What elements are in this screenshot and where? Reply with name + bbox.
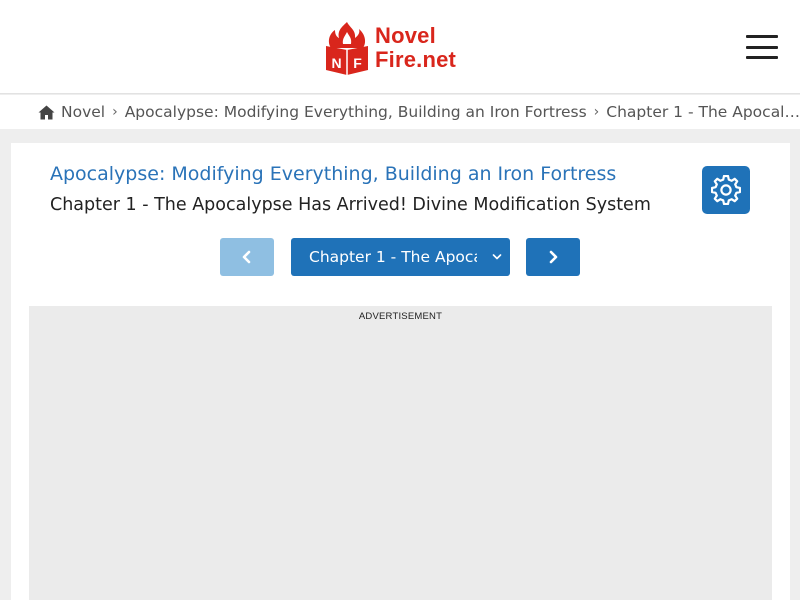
- chapter-select-dropdown[interactable]: Chapter 1 - The Apocalypse Has Arrived! …: [291, 238, 510, 276]
- advertisement-slot[interactable]: ADVERTISEMENT: [29, 306, 772, 600]
- breadcrumb-separator-icon: ›: [112, 104, 118, 120]
- chevron-left-icon: [242, 250, 251, 264]
- breadcrumb: Novel › Apocalypse: Modifying Everything…: [0, 95, 800, 129]
- logo-line-1: Novel: [375, 23, 436, 48]
- logo-line-2: Fire.net: [375, 47, 457, 72]
- gear-icon: [711, 175, 741, 205]
- chapter-title: Chapter 1 - The Apocalypse Has Arrived! …: [50, 195, 651, 215]
- menu-bar: [746, 56, 778, 59]
- menu-bar: [746, 35, 778, 38]
- home-icon: [38, 105, 55, 119]
- logo-wordmark: Novel Fire.net: [375, 24, 456, 72]
- chevron-right-icon: [549, 250, 558, 264]
- breadcrumb-separator-icon: ›: [593, 104, 600, 120]
- site-header: NF Novel Fire.net: [0, 0, 800, 94]
- advertisement-label: ADVERTISEMENT: [358, 311, 443, 322]
- selected-chapter-text: Chapter 1 - The Apocalypse Has Arrived! …: [309, 248, 477, 266]
- menu-bar: [746, 45, 778, 49]
- next-chapter-button[interactable]: [526, 238, 580, 276]
- chevron-down-icon: [492, 254, 502, 260]
- previous-chapter-button[interactable]: [220, 238, 274, 276]
- novel-title-link[interactable]: Apocalypse: Modifying Everything, Buildi…: [50, 163, 616, 185]
- settings-button[interactable]: [702, 166, 750, 214]
- chapter-header-panel: Apocalypse: Modifying Everything, Buildi…: [11, 143, 790, 600]
- breadcrumb-item-novel: Novel: [61, 103, 106, 121]
- logo-mark-letter: F: [353, 55, 362, 71]
- logo-mark-letter: N: [331, 55, 341, 71]
- breadcrumb-home[interactable]: Novel: [38, 103, 105, 121]
- novelfire-logo-icon: NF: [326, 22, 368, 75]
- site-logo[interactable]: NF Novel Fire.net: [323, 18, 463, 78]
- hamburger-menu-icon[interactable]: [743, 31, 781, 63]
- breadcrumb-item-series[interactable]: Apocalypse: Modifying Everything, Buildi…: [125, 103, 587, 121]
- breadcrumb-item-chapter: Chapter 1 - The Apocalypse Has Arrived! …: [606, 103, 800, 121]
